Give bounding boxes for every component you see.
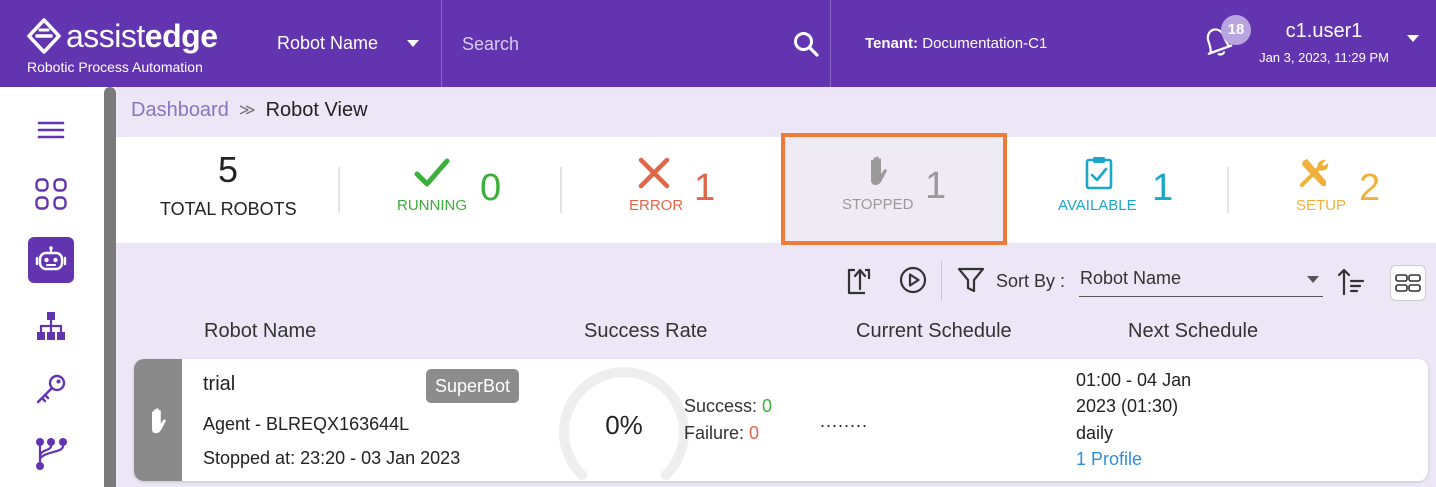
logo-mark-icon — [27, 18, 61, 54]
robot-name-dropdown[interactable]: Robot Name — [277, 33, 378, 54]
superbot-badge: SuperBot — [426, 369, 520, 403]
breadcrumb-dashboard-link[interactable]: Dashboard — [131, 99, 229, 121]
flow-icon — [36, 438, 67, 470]
stat-divider — [560, 167, 562, 213]
tenant-label: Tenant: — [865, 35, 919, 52]
stopped-count: 1 — [925, 165, 947, 207]
next-schedule-line: 2023 (01:30) — [1076, 396, 1179, 416]
robot-icon — [35, 246, 67, 271]
success-label: Success: — [684, 396, 758, 416]
sort-by-label: Sort By : — [996, 271, 1066, 291]
notification-count-badge[interactable]: 18 — [1221, 15, 1251, 45]
check-icon[interactable] — [414, 155, 450, 191]
search-icon[interactable] — [792, 30, 820, 58]
total-robots-count: 5 — [217, 149, 239, 190]
clipboard-check-icon[interactable] — [1081, 155, 1117, 191]
sidebar-item-menu[interactable] — [28, 107, 74, 153]
breadcrumb: Dashboard ≫ Robot View — [131, 99, 368, 122]
sort-by-value: Robot Name — [1080, 268, 1182, 288]
next-schedule-frequency: daily — [1076, 423, 1114, 443]
stopped-stat-highlight[interactable]: STOPPED 1 — [781, 133, 1007, 245]
setup-tools-icon[interactable] — [1296, 155, 1332, 191]
robot-status-strip — [134, 359, 182, 481]
stat-divider — [338, 167, 340, 213]
user-name[interactable]: c1.user1 — [1252, 20, 1396, 43]
stop-hand-icon — [152, 408, 166, 434]
column-header-next-schedule[interactable]: Next Schedule — [1128, 320, 1258, 343]
sidebar-item-hierarchy[interactable] — [28, 303, 74, 349]
sidebar-item-workflow[interactable] — [28, 431, 74, 477]
toolbar-divider — [941, 261, 942, 301]
header-divider — [830, 0, 831, 87]
filter-icon[interactable] — [956, 265, 986, 295]
sidebar-scrollbar[interactable] — [104, 87, 116, 487]
running-count[interactable]: 0 — [480, 167, 501, 210]
error-count[interactable]: 1 — [694, 167, 715, 210]
current-schedule-value: ........ — [820, 411, 869, 431]
column-header-current-schedule[interactable]: Current Schedule — [856, 320, 1012, 343]
next-schedule-line: 01:00 - 04 Jan — [1076, 370, 1192, 390]
top-bar: assistedge Robotic Process Automation Ro… — [0, 0, 1436, 87]
error-x-icon[interactable] — [636, 155, 672, 191]
search-input[interactable] — [462, 30, 782, 58]
header-divider — [441, 0, 442, 87]
total-robots-label: TOTAL ROBOTS — [160, 199, 297, 219]
stop-hand-icon — [871, 156, 887, 185]
error-label[interactable]: ERROR — [629, 197, 683, 214]
view-toggle-button[interactable] — [1390, 265, 1426, 301]
robot-stopped-at: Stopped at: 23:20 - 03 Jan 2023 — [203, 448, 461, 468]
stopped-label: STOPPED — [842, 196, 914, 213]
assistedge-logo[interactable]: assistedge Robotic Process Automation — [24, 14, 224, 78]
running-label[interactable]: RUNNING — [397, 197, 467, 214]
logo-text-assist: assist — [66, 18, 145, 54]
sort-order-icon[interactable] — [1336, 267, 1366, 297]
hamburger-icon — [37, 121, 65, 139]
available-count[interactable]: 1 — [1152, 167, 1173, 210]
column-header-success-rate[interactable]: Success Rate — [584, 320, 707, 343]
play-circle-icon[interactable] — [898, 265, 928, 295]
success-value: 0 — [762, 396, 773, 416]
breadcrumb-current: Robot View — [265, 99, 368, 121]
success-count: Success: 0 — [684, 396, 772, 417]
logo-wordmark: assistedge — [66, 16, 218, 56]
main-content: Dashboard ≫ Robot View 5 TOTAL ROBOTS RUNN… — [116, 87, 1436, 487]
sidebar — [0, 87, 104, 487]
failure-value: 0 — [749, 423, 760, 443]
logo-subtitle: Robotic Process Automation — [27, 59, 203, 75]
failure-label: Failure: — [684, 423, 745, 443]
tenant-info: Tenant: Documentation-C1 — [865, 35, 1047, 52]
breadcrumb-separator-icon: ≫ — [238, 102, 256, 119]
failure-count: Failure: 0 — [684, 423, 759, 444]
stat-divider — [1227, 167, 1229, 213]
robot-card[interactable]: trial SuperBot Agent - BLREQX163644L Sto… — [134, 359, 1428, 481]
key-icon — [36, 374, 66, 404]
setup-label[interactable]: SETUP — [1296, 197, 1346, 214]
column-header-robot-name[interactable]: Robot Name — [204, 320, 316, 343]
user-menu-chevron-icon[interactable] — [1407, 35, 1419, 42]
sidebar-item-robots[interactable] — [28, 237, 74, 283]
sidebar-item-keys[interactable] — [28, 367, 74, 413]
org-chart-icon — [37, 312, 65, 340]
robot-name[interactable]: trial — [203, 373, 235, 396]
grid-icon — [35, 178, 67, 210]
tenant-value: Documentation-C1 — [922, 35, 1048, 52]
profile-link[interactable]: 1 Profile — [1076, 449, 1142, 470]
robot-stats-bar: 5 TOTAL ROBOTS RUNNING 0 ERROR 1 SETUP 2… — [116, 137, 1436, 243]
robot-agent: Agent - BLREQX163644L — [203, 414, 410, 434]
export-icon[interactable] — [844, 265, 874, 295]
logo-text-edge: edge — [144, 18, 218, 54]
list-view-icon — [1395, 274, 1421, 292]
available-label[interactable]: AVAILABLE — [1058, 197, 1137, 214]
setup-count[interactable]: 2 — [1359, 167, 1380, 210]
sort-by-select[interactable]: Robot Name — [1079, 263, 1323, 297]
current-datetime: Jan 3, 2023, 11:29 PM — [1259, 50, 1389, 65]
success-rate-value: 0% — [605, 410, 643, 440]
chevron-down-icon[interactable] — [407, 40, 419, 47]
sidebar-item-dashboard[interactable] — [28, 171, 74, 217]
chevron-down-icon — [1307, 276, 1319, 283]
